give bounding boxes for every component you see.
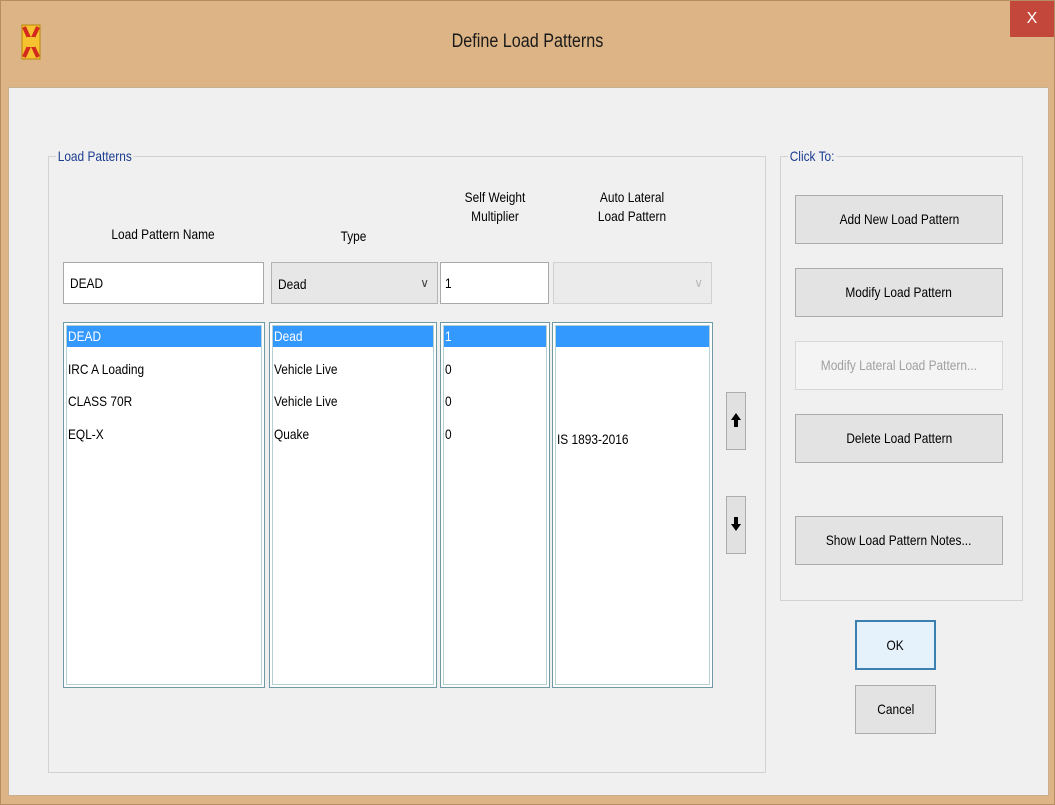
type-select[interactable]: Dead ∨ (271, 262, 438, 304)
load-pattern-name-list[interactable]: DEAD IRC A Loading CLASS 70R EQL-X (63, 322, 265, 688)
show-load-pattern-notes-button[interactable]: Show Load Pattern Notes... (795, 516, 1003, 565)
load-patterns-group-label: Load Patterns (56, 148, 134, 164)
list-item[interactable]: Vehicle Live (273, 391, 433, 412)
modify-load-pattern-button[interactable]: Modify Load Pattern (795, 268, 1003, 317)
list-item[interactable]: EQL-X (67, 424, 261, 445)
modify-lateral-load-pattern-button[interactable]: Modify Lateral Load Pattern... (795, 341, 1003, 390)
header-auto-lateral-load-pattern: Auto Lateral Load Pattern (597, 189, 667, 224)
header-self-weight-multiplier: Self Weight Multiplier (464, 189, 526, 224)
list-item[interactable]: 0 (444, 359, 546, 380)
list-item[interactable]: 1 (444, 326, 546, 347)
chevron-down-icon: ∨ (694, 276, 703, 290)
cancel-button[interactable]: Cancel (855, 685, 936, 734)
list-item[interactable]: Dead (273, 326, 433, 347)
ok-button[interactable]: OK (855, 620, 936, 670)
add-new-load-pattern-button[interactable]: Add New Load Pattern (795, 195, 1003, 244)
chevron-down-icon: ∨ (420, 276, 429, 290)
list-item[interactable]: IRC A Loading (67, 359, 261, 380)
arrow-up-icon (731, 413, 741, 427)
list-item[interactable] (556, 391, 709, 412)
close-button[interactable]: X (1010, 1, 1054, 37)
list-item[interactable]: DEAD (67, 326, 261, 347)
window-title: Define Load Patterns (451, 31, 604, 52)
list-item[interactable]: IS 1893-2016 (556, 429, 709, 450)
self-weight-multiplier-list[interactable]: 1 0 0 0 (440, 322, 550, 688)
load-pattern-name-input[interactable]: DEAD (63, 262, 264, 304)
list-item[interactable]: 0 (444, 424, 546, 445)
list-item[interactable]: 0 (444, 391, 546, 412)
list-item[interactable]: Quake (273, 424, 433, 445)
list-item[interactable] (556, 326, 709, 347)
arrow-down-icon (731, 517, 741, 531)
move-down-button[interactable] (726, 496, 746, 554)
self-weight-multiplier-input[interactable]: 1 (440, 262, 549, 304)
auto-lateral-list[interactable]: IS 1893-2016 (552, 322, 713, 688)
list-item[interactable] (556, 359, 709, 380)
list-item[interactable]: Vehicle Live (273, 359, 433, 380)
list-item[interactable]: CLASS 70R (67, 391, 261, 412)
auto-lateral-select[interactable]: ∨ (553, 262, 712, 304)
dialog-client-area: Load Patterns Load Pattern Name Type Sel… (8, 87, 1049, 796)
define-load-patterns-window: Define Load Patterns X Load Patterns Loa… (0, 0, 1055, 805)
move-up-button[interactable] (726, 392, 746, 450)
header-load-pattern-name: Load Pattern Name (111, 226, 215, 242)
header-type: Type (340, 228, 367, 244)
delete-load-pattern-button[interactable]: Delete Load Pattern (795, 414, 1003, 463)
click-to-group-label: Click To: (788, 148, 837, 164)
type-list[interactable]: Dead Vehicle Live Vehicle Live Quake (269, 322, 437, 688)
sap-app-icon (21, 24, 41, 60)
title-bar[interactable]: Define Load Patterns X (1, 1, 1054, 87)
